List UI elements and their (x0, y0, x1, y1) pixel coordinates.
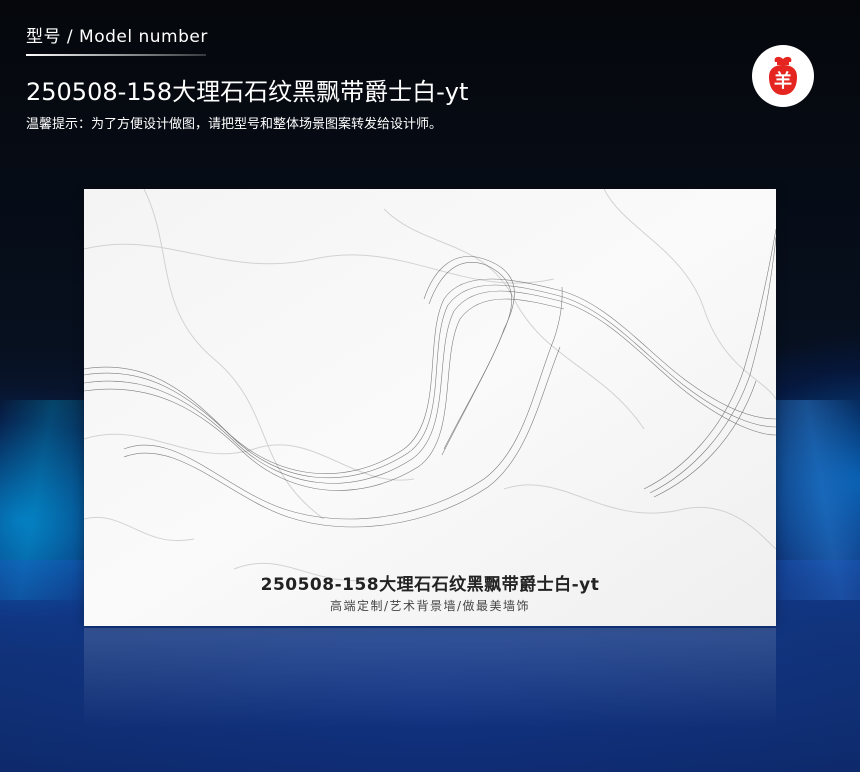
marble-ribbon-artwork (84, 189, 776, 626)
logo-glyph: 羊 (774, 70, 792, 92)
brand-logo[interactable]: 羊 (752, 45, 814, 107)
panel-tagline: 高端定制/艺术背景墙/做最美墙饰 (329, 599, 531, 613)
panel-title: 250508-158大理石石纹黑飘带爵士白-yt (260, 575, 600, 595)
marble-surface (84, 189, 776, 626)
model-number-label: 型号 / Model number (26, 27, 208, 47)
product-title: 250508-158大理石石纹黑飘带爵士白-yt (26, 78, 469, 106)
tip-text: 温馨提示：为了方便设计做图，请把型号和整体场景图案转发给设计师。 (26, 117, 443, 132)
sheep-bag-logo-icon: 羊 (769, 56, 797, 95)
panel-reflection (84, 628, 776, 772)
marble-artwork-panel: 250508-158大理石石纹黑飘带爵士白-yt 高端定制/艺术背景墙/做最美墙… (84, 189, 776, 626)
header-underline (26, 54, 206, 56)
